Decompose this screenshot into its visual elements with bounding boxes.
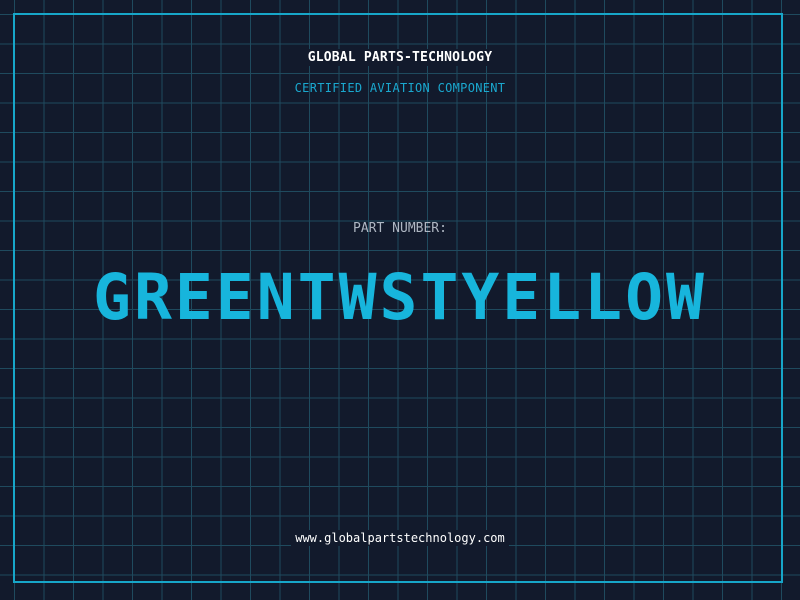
company-name: GLOBAL PARTS-TECHNOLOGY [0, 49, 800, 66]
company-name-text: GLOBAL PARTS-TECHNOLOGY [301, 49, 499, 66]
part-number-value: GREENTWSTYELLOW [93, 261, 707, 334]
label-card: GLOBAL PARTS-TECHNOLOGY CERTIFIED AVIATI… [0, 0, 800, 600]
tagline: CERTIFIED AVIATION COMPONENT [294, 81, 506, 95]
website: www.globalpartstechnology.com [0, 530, 800, 546]
website-link[interactable]: www.globalpartstechnology.com [291, 530, 509, 546]
part-number-label: PART NUMBER: [353, 221, 447, 236]
